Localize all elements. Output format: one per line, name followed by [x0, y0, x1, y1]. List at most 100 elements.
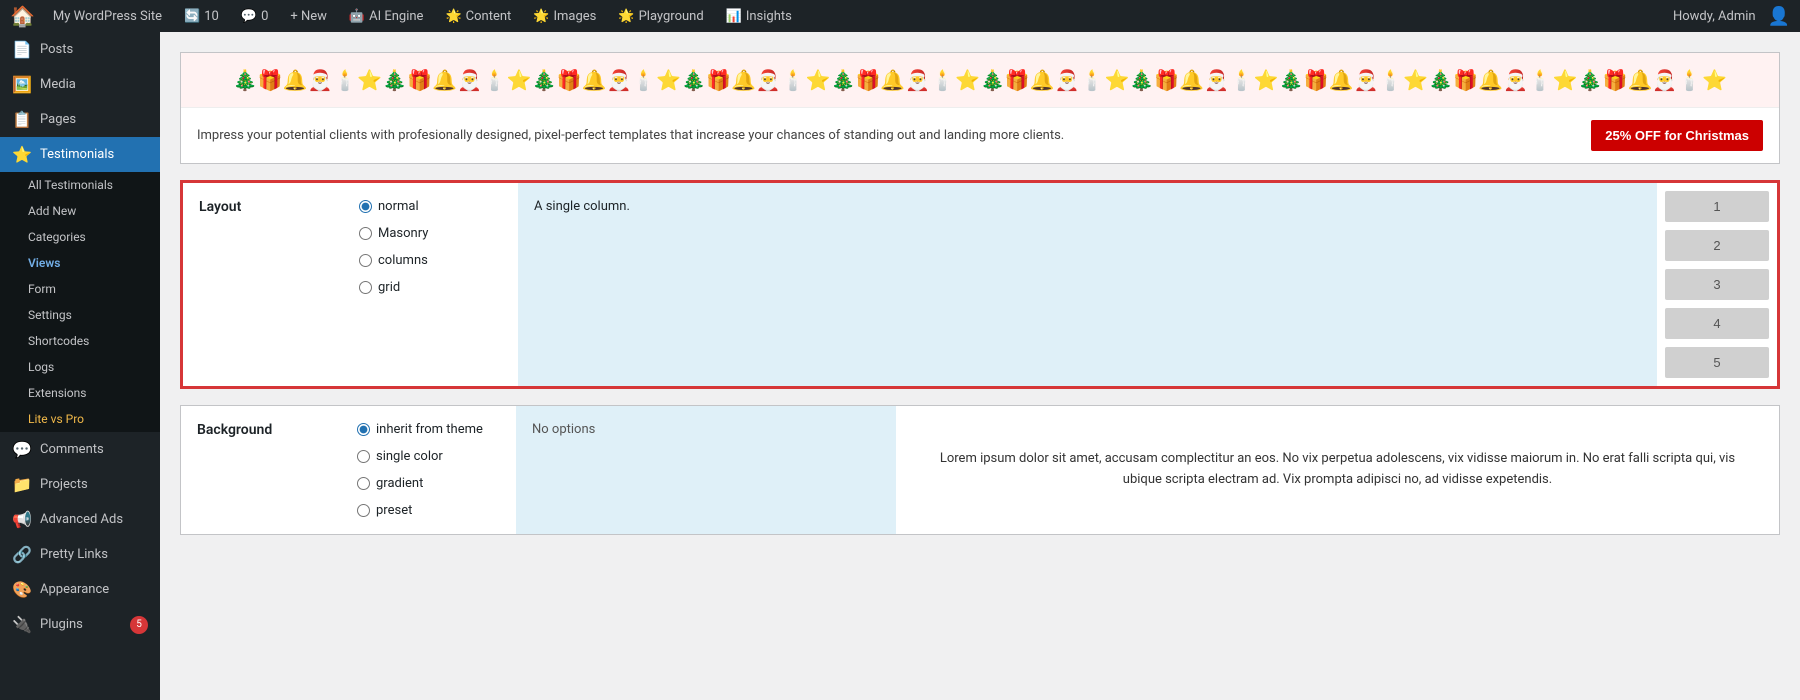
media-icon: 🖼️ [12, 75, 32, 94]
layout-option-grid[interactable]: grid [359, 280, 502, 295]
submenu-extensions[interactable]: Extensions [0, 380, 160, 406]
submenu-add-new-label: Add New [28, 204, 76, 218]
sidebar-item-posts[interactable]: 📄 Posts [0, 32, 160, 67]
layout-label: Layout [183, 183, 343, 386]
submenu-add-new[interactable]: Add New [0, 198, 160, 224]
updates-button[interactable]: 🔄 10 [176, 5, 227, 28]
no-options-text: No options [532, 422, 595, 437]
testimonials-submenu: All Testimonials Add New Categories View… [0, 172, 160, 432]
background-label: Background [181, 406, 341, 534]
comments-button[interactable]: 💬 0 [233, 5, 277, 28]
content-icon: 🌟 [445, 9, 461, 24]
layout-column-chooser: 1 2 3 4 5 [1657, 183, 1777, 386]
sidebar: 📄 Posts 🖼️ Media 📋 Pages ⭐ Testimonials … [0, 32, 160, 700]
background-preview: No options [516, 406, 896, 534]
playground-icon: 🌟 [618, 9, 634, 24]
col-btn-4[interactable]: 4 [1665, 308, 1769, 339]
submenu-logs[interactable]: Logs [0, 354, 160, 380]
content-button[interactable]: 🌟 Content [437, 5, 519, 28]
layout-radio-masonry[interactable] [359, 227, 372, 240]
layout-option-masonry[interactable]: Masonry [359, 226, 502, 241]
bg-option-single-color[interactable]: single color [357, 449, 500, 464]
insights-button[interactable]: 📊 Insights [718, 5, 800, 28]
bg-radio-inherit[interactable] [357, 423, 370, 436]
promo-banner: 🎄🎁🔔🎅🕯️⭐🎄🎁🔔🎅🕯️⭐🎄🎁🔔🎅🕯️⭐🎄🎁🔔🎅🕯️⭐🎄🎁🔔🎅🕯️⭐🎄🎁🔔🎅🕯… [180, 52, 1780, 164]
layout-radio-columns[interactable] [359, 254, 372, 267]
bg-radio-single-color[interactable] [357, 450, 370, 463]
sidebar-pretty-links-label: Pretty Links [40, 547, 108, 562]
lorem-text: Lorem ipsum dolor sit amet, accusam comp… [920, 449, 1755, 491]
submenu-form[interactable]: Form [0, 276, 160, 302]
advanced-ads-icon: 📢 [12, 510, 32, 529]
submenu-views-label: Views [28, 256, 60, 270]
comments-icon: 💬 [12, 440, 32, 459]
submenu-lite-vs-pro[interactable]: Lite vs Pro [0, 406, 160, 432]
col-btn-1[interactable]: 1 [1665, 191, 1769, 222]
christmas-strip: 🎄🎁🔔🎅🕯️⭐🎄🎁🔔🎅🕯️⭐🎄🎁🔔🎅🕯️⭐🎄🎁🔔🎅🕯️⭐🎄🎁🔔🎅🕯️⭐🎄🎁🔔🎅🕯… [181, 53, 1779, 108]
submenu-settings[interactable]: Settings [0, 302, 160, 328]
layout-preview-text: A single column. [534, 199, 630, 214]
layout-preview: A single column. [518, 183, 1657, 386]
insights-icon: 📊 [726, 9, 742, 24]
layout-section: Layout normal Masonry columns grid [180, 180, 1780, 389]
pages-icon: 📋 [12, 110, 32, 129]
site-name[interactable]: My WordPress Site [45, 5, 170, 28]
bg-inherit-label: inherit from theme [376, 422, 483, 437]
submenu-views[interactable]: Views [0, 250, 160, 276]
layout-columns-label: columns [378, 253, 428, 268]
background-lorem: Lorem ipsum dolor sit amet, accusam comp… [896, 406, 1779, 534]
promo-body: Impress your potential clients with prof… [181, 108, 1779, 163]
submenu-all[interactable]: All Testimonials [0, 172, 160, 198]
new-button[interactable]: + New [282, 5, 335, 28]
layout-radio-grid[interactable] [359, 281, 372, 294]
sidebar-item-pretty-links[interactable]: 🔗 Pretty Links [0, 537, 160, 572]
sidebar-item-pages-label: Pages [40, 112, 76, 127]
submenu-form-label: Form [28, 282, 56, 296]
comments-count: 0 [261, 9, 268, 24]
submenu-categories-label: Categories [28, 230, 86, 244]
sidebar-item-advanced-ads[interactable]: 📢 Advanced Ads [0, 502, 160, 537]
main-content: 🎄🎁🔔🎅🕯️⭐🎄🎁🔔🎅🕯️⭐🎄🎁🔔🎅🕯️⭐🎄🎁🔔🎅🕯️⭐🎄🎁🔔🎅🕯️⭐🎄🎁🔔🎅🕯… [160, 32, 1800, 700]
howdy-label: Howdy, Admin [1673, 9, 1756, 24]
submenu-categories[interactable]: Categories [0, 224, 160, 250]
col-btn-2[interactable]: 2 [1665, 230, 1769, 261]
images-label: Images [553, 9, 596, 24]
sidebar-item-pages[interactable]: 📋 Pages [0, 102, 160, 137]
updates-icon: 🔄 [184, 9, 200, 24]
sidebar-item-testimonials[interactable]: ⭐ Testimonials [0, 137, 160, 172]
col-btn-5[interactable]: 5 [1665, 347, 1769, 378]
testimonials-icon: ⭐ [12, 145, 32, 164]
sidebar-item-appearance[interactable]: 🎨 Appearance [0, 572, 160, 607]
admin-bar: 🏠 My WordPress Site 🔄 10 💬 0 + New 🤖 AI … [0, 0, 1800, 32]
sidebar-item-media[interactable]: 🖼️ Media [0, 67, 160, 102]
sidebar-item-projects[interactable]: 📁 Projects [0, 467, 160, 502]
layout-radio-normal[interactable] [359, 200, 372, 213]
sidebar-item-plugins[interactable]: 🔌 Plugins 5 [0, 607, 160, 642]
bg-option-gradient[interactable]: gradient [357, 476, 500, 491]
playground-button[interactable]: 🌟 Playground [610, 5, 711, 28]
sidebar-projects-label: Projects [40, 477, 88, 492]
layout-option-normal[interactable]: normal [359, 199, 502, 214]
appearance-icon: 🎨 [12, 580, 32, 599]
bg-radio-preset[interactable] [357, 504, 370, 517]
promo-button[interactable]: 25% OFF for Christmas [1591, 120, 1763, 151]
bg-option-preset[interactable]: preset [357, 503, 500, 518]
sidebar-comments-label: Comments [40, 442, 104, 457]
layout-option-columns[interactable]: columns [359, 253, 502, 268]
admin-avatar: 👤 [1768, 6, 1790, 27]
projects-icon: 📁 [12, 475, 32, 494]
sidebar-plugins-label: Plugins [40, 617, 83, 632]
sidebar-item-comments[interactable]: 💬 Comments [0, 432, 160, 467]
ai-engine-icon: 🤖 [349, 9, 365, 24]
bg-radio-gradient[interactable] [357, 477, 370, 490]
layout-normal-label: normal [378, 199, 419, 214]
ai-engine-label: AI Engine [369, 9, 423, 24]
sidebar-item-media-label: Media [40, 77, 76, 92]
sidebar-item-testimonials-label: Testimonials [40, 147, 114, 162]
wp-logo[interactable]: 🏠 [10, 4, 35, 28]
images-button[interactable]: 🌟 Images [525, 5, 604, 28]
ai-engine-button[interactable]: 🤖 AI Engine [341, 5, 432, 28]
bg-option-inherit[interactable]: inherit from theme [357, 422, 500, 437]
submenu-shortcodes[interactable]: Shortcodes [0, 328, 160, 354]
col-btn-3[interactable]: 3 [1665, 269, 1769, 300]
